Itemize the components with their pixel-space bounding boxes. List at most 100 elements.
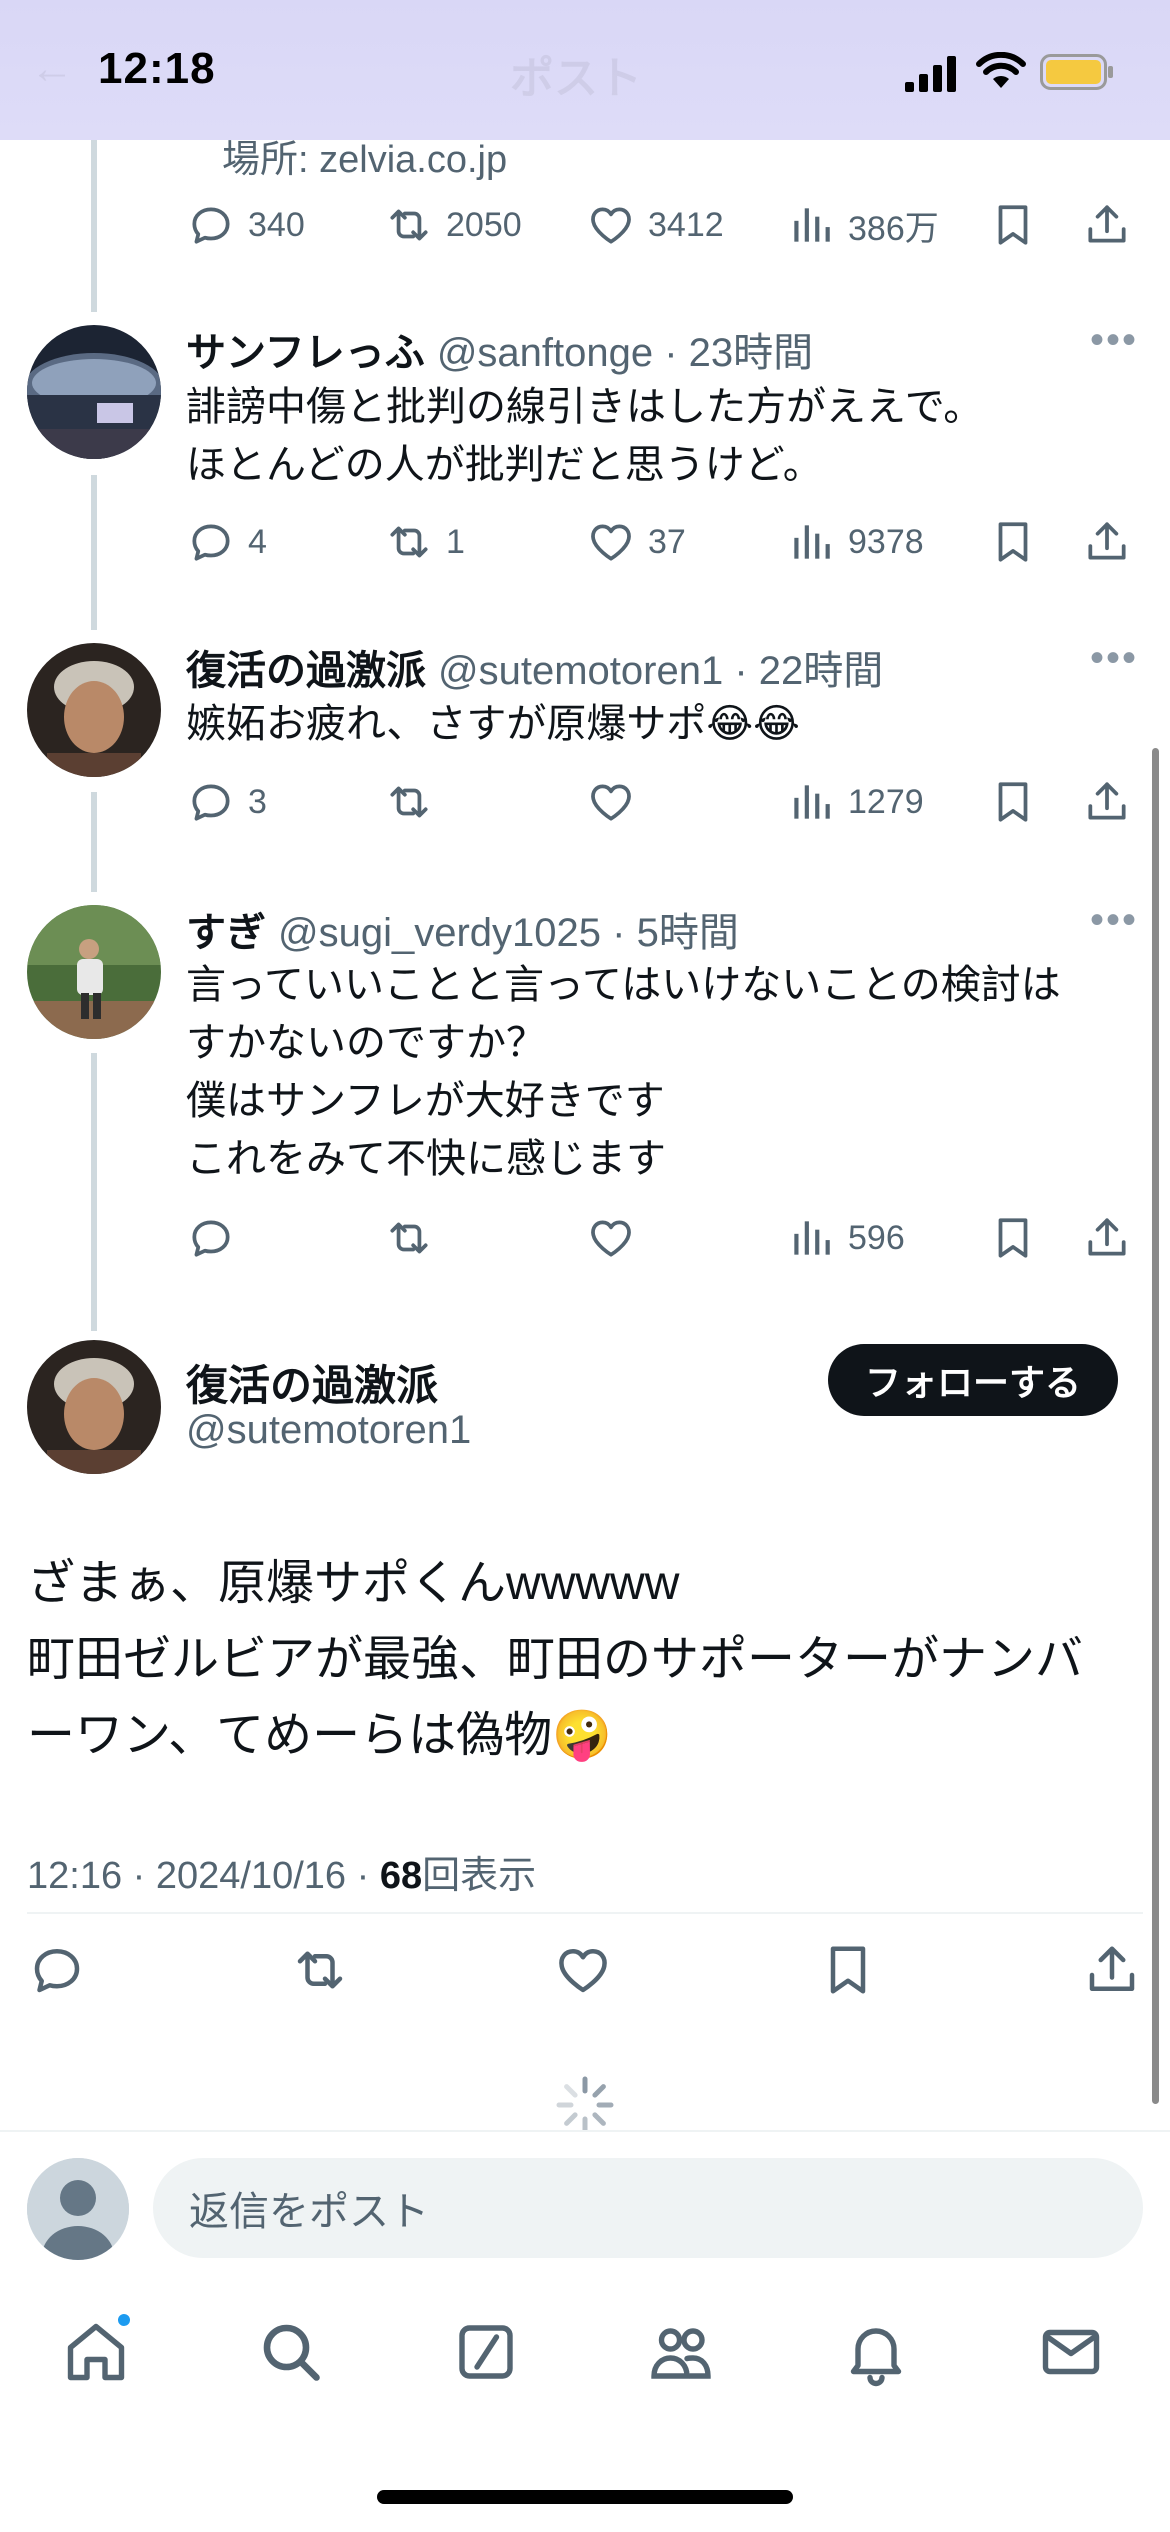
reply-icon [192,524,230,561]
bottom-tab-bar [0,2290,1170,2420]
repost-button[interactable]: 2050 [384,195,522,255]
bookmark-button[interactable] [988,772,1038,832]
reply-button[interactable] [27,1940,87,2000]
bookmark-button[interactable] [988,195,1038,255]
avatar[interactable] [27,643,161,777]
thread-line [91,475,97,630]
stadium-photo-icon [27,325,161,459]
avatar[interactable] [27,1340,161,1474]
more-options-icon[interactable]: ••• [1090,898,1138,943]
share-icon [1088,1218,1126,1256]
reply-icon [192,207,230,244]
views-button[interactable]: 596 [786,1208,905,1268]
like-button[interactable]: 3412 [586,195,724,255]
profile-photo-icon [27,905,161,1039]
post-timestamp: 12:16 · 2024/10/16 · [27,1855,380,1897]
like-button[interactable] [586,772,648,832]
page-title: ポスト [510,54,642,103]
views-count: 596 [848,1218,905,1257]
more-options-icon[interactable]: ••• [1090,636,1138,681]
follow-button[interactable]: フォローする [828,1344,1118,1416]
post-meta: 12:16 · 2024/10/16 · 68回表示 [27,1844,536,1899]
reply-button[interactable]: 4 [186,512,267,572]
notification-dot [116,2312,132,2328]
more-options-icon[interactable]: ••• [1090,318,1138,363]
views-icon [794,785,830,819]
reply-header: すぎ @sugi_verdy1025 · 5時間 [186,911,739,955]
heart-icon [591,784,631,821]
share-button[interactable] [1082,772,1132,832]
user-handle[interactable]: @sutemotoren1 [438,649,723,693]
share-icon [1088,522,1126,560]
user-name[interactable]: 復活の過激派 [186,649,426,693]
back-icon[interactable]: ← [30,44,74,94]
like-count: 37 [648,522,686,561]
cellular-signal-icon [905,56,956,92]
repost-button[interactable] [384,1208,446,1268]
avatar[interactable] [27,905,161,1039]
status-time: 12:18 [98,44,216,93]
reply-count: 340 [248,205,305,244]
repost-button[interactable]: 1 [384,512,465,572]
like-button[interactable] [586,1208,648,1268]
user-name[interactable]: 復活の過激派 [186,1352,438,1413]
bookmark-icon [998,522,1028,562]
views-icon [794,525,830,559]
share-button[interactable] [1082,195,1132,255]
bookmark-button[interactable] [818,1940,878,2000]
views-count: 9378 [848,522,924,561]
view-count: 68 [379,1855,423,1897]
reply-button[interactable]: 340 [186,195,305,255]
post-time: 5時間 [636,911,739,955]
user-name[interactable]: サンフレっふ [186,331,425,375]
user-handle[interactable]: @sanftonge [437,331,653,375]
share-button[interactable] [1082,512,1132,572]
action-row: 3 1279 [186,772,1146,832]
action-row: 340 2050 3412 386万 [186,195,1146,255]
bookmark-button[interactable] [988,1208,1038,1268]
grok-icon[interactable] [450,2316,522,2388]
repost-icon [390,1222,428,1254]
default-avatar-icon[interactable] [27,2158,129,2260]
user-name[interactable]: すぎ [186,911,266,955]
bookmark-icon [998,1218,1028,1258]
bookmark-button[interactable] [988,512,1038,572]
user-handle[interactable]: @sutemotoren1 [186,1408,471,1453]
loading-spinner-icon [556,2076,614,2134]
views-button[interactable]: 1279 [786,772,924,832]
post-time: 22時間 [758,649,884,693]
share-button[interactable] [1082,1940,1142,2000]
avatar[interactable] [27,325,161,459]
post-text: ざまぁ、原爆サポくんwwwww 町田ゼルビアが最強、町田のサポーターがナンバ ー… [27,1557,1084,1762]
repost-count: 1 [446,522,465,561]
reply-icon [192,784,230,821]
scrollbar[interactable] [1152,748,1159,2104]
messages-icon[interactable] [1035,2316,1107,2388]
reply-composer: 返信をポスト [0,2130,1170,2280]
repost-button[interactable] [290,1940,350,2000]
repost-button[interactable] [384,772,446,832]
post-time: 23時間 [688,331,814,375]
reply-input[interactable]: 返信をポスト [153,2158,1143,2258]
share-button[interactable] [1082,1208,1132,1268]
reply-text: 誹謗中傷と批判の線引きはした方がええで。 ほとんどの人が批判だと思うけど。 [186,385,984,487]
notifications-icon[interactable] [840,2316,912,2388]
thread-line [91,792,97,892]
like-button[interactable]: 37 [586,512,686,572]
reply-button[interactable] [186,1208,248,1268]
views-icon [794,1221,830,1255]
user-handle[interactable]: @sugi_verdy1025 [278,911,601,955]
reply-header: サンフレっふ @sanftonge · 23時間 [186,331,814,375]
heart-icon [591,1220,631,1257]
home-indicator[interactable] [377,2490,793,2504]
heart-icon [591,524,631,561]
search-icon[interactable] [255,2316,327,2388]
share-icon [1088,782,1126,820]
views-button[interactable]: 9378 [786,512,924,572]
battery-icon [1040,54,1113,90]
like-button[interactable] [553,1940,613,2000]
views-button[interactable]: 386万 [786,195,939,255]
reply-button[interactable]: 3 [186,772,267,832]
repost-icon [297,1951,343,1989]
communities-icon[interactable] [645,2316,717,2388]
